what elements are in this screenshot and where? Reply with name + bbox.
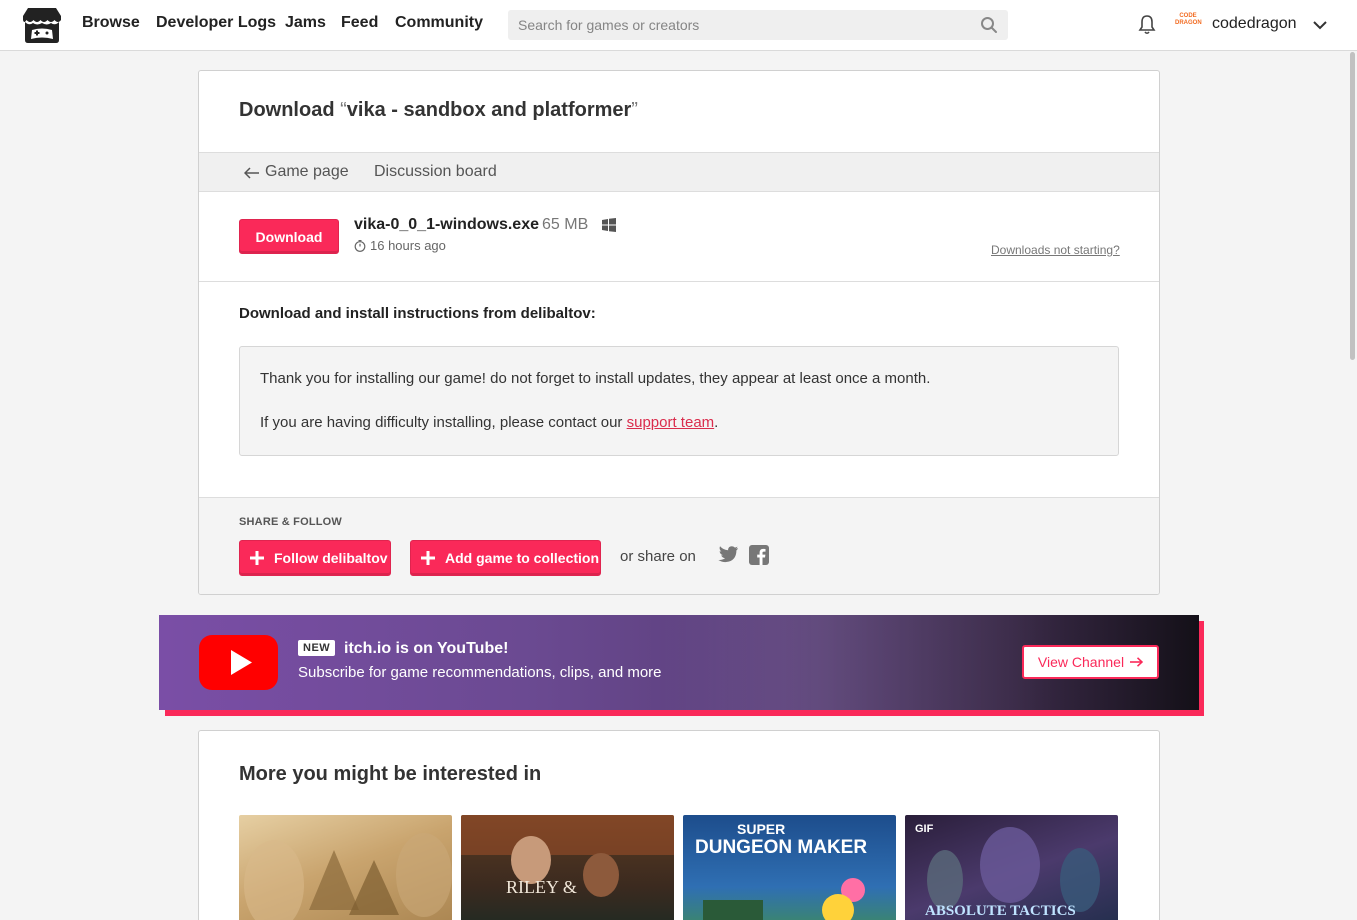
divider	[199, 281, 1159, 282]
close-quote: ”	[631, 99, 638, 121]
facebook-icon[interactable]	[749, 545, 769, 565]
banner-subtitle: Subscribe for game recommendations, clip…	[298, 664, 662, 681]
notification-bell-icon[interactable]	[1137, 14, 1157, 36]
search-box	[508, 10, 1008, 40]
sub-navigation: Game page Discussion board	[199, 152, 1159, 192]
instructions-line-2-text: If you are having difficulty installing,…	[260, 414, 627, 431]
search-icon[interactable]	[980, 16, 998, 34]
clock-icon	[354, 239, 366, 252]
game-thumbnail-2[interactable]: RILEY &	[461, 815, 674, 920]
user-avatar[interactable]: CODE DRAGON	[1175, 13, 1202, 35]
riley-art: RILEY &	[461, 815, 674, 897]
game-name: vika - sandbox and platformer	[346, 99, 632, 121]
nav-jams[interactable]: Jams	[285, 14, 326, 32]
game-page-link[interactable]: Game page	[265, 163, 349, 181]
chevron-down-icon[interactable]	[1311, 16, 1329, 34]
absolute-tactics-art: ABSOLUTE TACTICS	[925, 827, 1100, 919]
nav-community[interactable]: Community	[395, 14, 483, 32]
arrow-left-icon	[244, 167, 259, 179]
follow-button[interactable]: Follow delibaltov	[239, 540, 391, 576]
nav-feed[interactable]: Feed	[341, 14, 378, 32]
nav-developer-logs[interactable]: Developer Logs	[156, 14, 276, 32]
plus-icon	[250, 551, 264, 565]
riley-title-text: RILEY &	[506, 877, 577, 897]
instructions-title: Download and install instructions from d…	[239, 305, 596, 322]
download-button[interactable]: Download	[239, 219, 339, 254]
support-team-link[interactable]: support team	[627, 414, 715, 431]
discussion-board-link[interactable]: Discussion board	[374, 163, 497, 181]
gif-badge: GIF	[915, 823, 934, 835]
title-prefix: Download	[239, 99, 341, 121]
follow-label: Follow delibaltov	[274, 550, 388, 566]
instructions-box: Thank you for installing our game! do no…	[239, 346, 1119, 456]
nav-browse[interactable]: Browse	[82, 14, 140, 32]
open-quote: “	[340, 99, 347, 121]
or-share-on-label: or share on	[620, 548, 696, 565]
absolute-tactics-title-text: ABSOLUTE TACTICS	[925, 903, 1076, 919]
upload-filename: vika-0_0_1-windows.exe	[354, 216, 539, 233]
arrow-right-icon	[1130, 657, 1144, 667]
scrollbar-thumb[interactable]	[1350, 52, 1355, 360]
game-thumbnail-3[interactable]: SUPER DUNGEON MAKER	[683, 815, 896, 920]
game-thumbnail-4[interactable]: GIF ABSOLUTE TACTICS	[905, 815, 1118, 920]
recommendations-card: More you might be interested in RILEY & …	[198, 730, 1160, 920]
windows-icon	[602, 218, 616, 232]
upload-time-text: 16 hours ago	[370, 238, 446, 253]
itchio-logo-icon[interactable]	[22, 6, 62, 44]
game-thumbnail-1[interactable]	[239, 815, 452, 920]
share-follow-label: SHARE & FOLLOW	[239, 516, 343, 528]
downloads-not-starting-link[interactable]: Downloads not starting?	[991, 243, 1120, 257]
collection-label: Add game to collection	[445, 550, 600, 566]
instructions-line-2-end: .	[714, 414, 719, 431]
add-to-collection-button[interactable]: Add game to collection	[410, 540, 601, 576]
username[interactable]: codedragon	[1212, 15, 1297, 33]
search-input[interactable]	[508, 10, 1008, 40]
banner-background-blur	[659, 615, 1059, 710]
view-channel-button[interactable]: View Channel	[1022, 645, 1159, 679]
page-title: Download “vika - sandbox and platformer”	[239, 99, 638, 122]
instructions-line-2: If you are having difficulty installing,…	[260, 414, 718, 431]
new-badge: NEW	[298, 640, 336, 656]
upload-filesize: 65 MB	[542, 216, 589, 233]
download-card: Download “vika - sandbox and platformer”…	[198, 70, 1160, 595]
autumn-forest-art	[244, 833, 452, 920]
share-follow-section: SHARE & FOLLOW Follow delibaltov Add gam…	[199, 497, 1159, 594]
upload-date: 16 hours ago	[354, 238, 446, 253]
sdm-title-text: DUNGEON MAKER	[695, 837, 867, 858]
view-channel-label: View Channel	[1037, 654, 1125, 670]
banner-title: itch.io is on YouTube!	[344, 640, 509, 657]
sdm-super-text: SUPER	[737, 821, 785, 837]
instructions-line-1: Thank you for installing our game! do no…	[260, 370, 931, 387]
plus-icon	[421, 551, 435, 565]
youtube-banner[interactable]: NEW itch.io is on YouTube! Subscribe for…	[159, 615, 1199, 710]
super-dungeon-maker-art: SUPER DUNGEON MAKER	[695, 821, 867, 920]
twitter-icon[interactable]	[717, 545, 739, 565]
recommendations-title: More you might be interested in	[239, 763, 542, 785]
youtube-logo-icon	[199, 635, 278, 690]
top-navigation-bar: Browse Developer Logs Jams Feed Communit…	[0, 0, 1357, 51]
